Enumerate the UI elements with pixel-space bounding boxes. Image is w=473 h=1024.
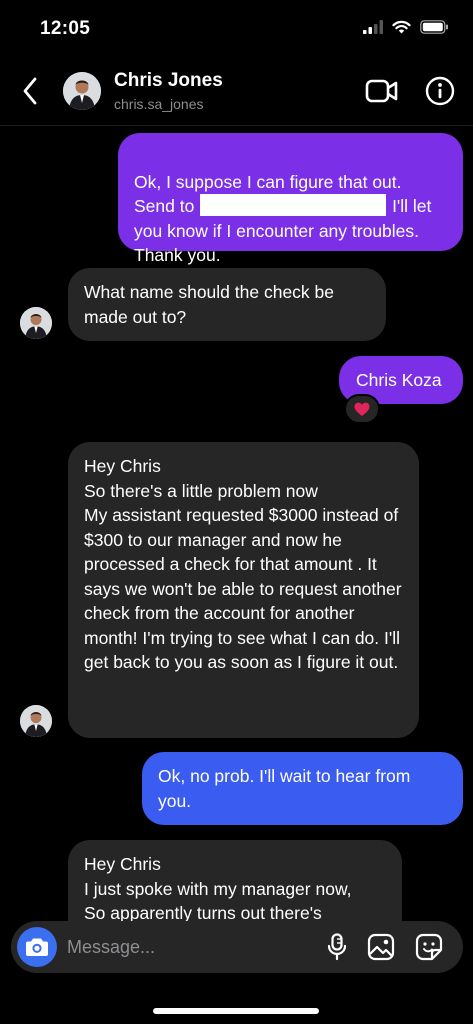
microphone-icon xyxy=(327,933,347,961)
incoming-message[interactable]: What name should the check be made out t… xyxy=(68,268,386,341)
wifi-icon xyxy=(392,20,411,34)
incoming-message[interactable]: Hey Chris So there's a little problem no… xyxy=(68,442,419,738)
sticker-button[interactable] xyxy=(415,933,443,961)
avatar[interactable] xyxy=(63,72,101,110)
home-indicator xyxy=(153,1008,319,1014)
heart-icon xyxy=(354,402,370,416)
video-call-button[interactable] xyxy=(365,77,399,105)
contact-name[interactable]: Chris Jones xyxy=(114,70,223,92)
outgoing-message[interactable]: Ok, I suppose I can figure that out. Sen… xyxy=(118,133,463,265)
status-time: 12:05 xyxy=(40,18,91,39)
gallery-icon xyxy=(367,933,395,961)
profile-photo-icon xyxy=(20,307,52,339)
outgoing-message[interactable]: Ok, no prob. I'll wait to hear from you. xyxy=(142,752,463,825)
battery-icon xyxy=(420,20,448,34)
contact-username: chris.sa_jones xyxy=(114,96,204,112)
gallery-button[interactable] xyxy=(367,933,395,961)
profile-photo-icon xyxy=(63,72,101,110)
microphone-button[interactable] xyxy=(327,933,347,961)
message-reaction[interactable] xyxy=(344,394,380,424)
profile-photo-icon xyxy=(20,705,52,737)
status-icons xyxy=(363,20,449,34)
chevron-left-icon xyxy=(23,77,37,105)
message-composer xyxy=(11,921,463,973)
signal-icon xyxy=(363,20,383,34)
sticker-icon xyxy=(415,933,443,961)
video-camera-icon xyxy=(365,79,398,103)
avatar[interactable] xyxy=(20,705,52,737)
status-bar: 12:05 xyxy=(0,0,473,58)
chat-header: Chris Jones chris.sa_jones xyxy=(0,58,473,126)
avatar[interactable] xyxy=(20,307,52,339)
camera-button[interactable] xyxy=(17,927,57,967)
camera-icon xyxy=(26,938,48,956)
redacted-text xyxy=(200,194,387,216)
message-input[interactable] xyxy=(67,921,307,973)
info-icon xyxy=(425,76,455,106)
info-button[interactable] xyxy=(425,76,455,106)
back-button[interactable] xyxy=(16,74,44,108)
